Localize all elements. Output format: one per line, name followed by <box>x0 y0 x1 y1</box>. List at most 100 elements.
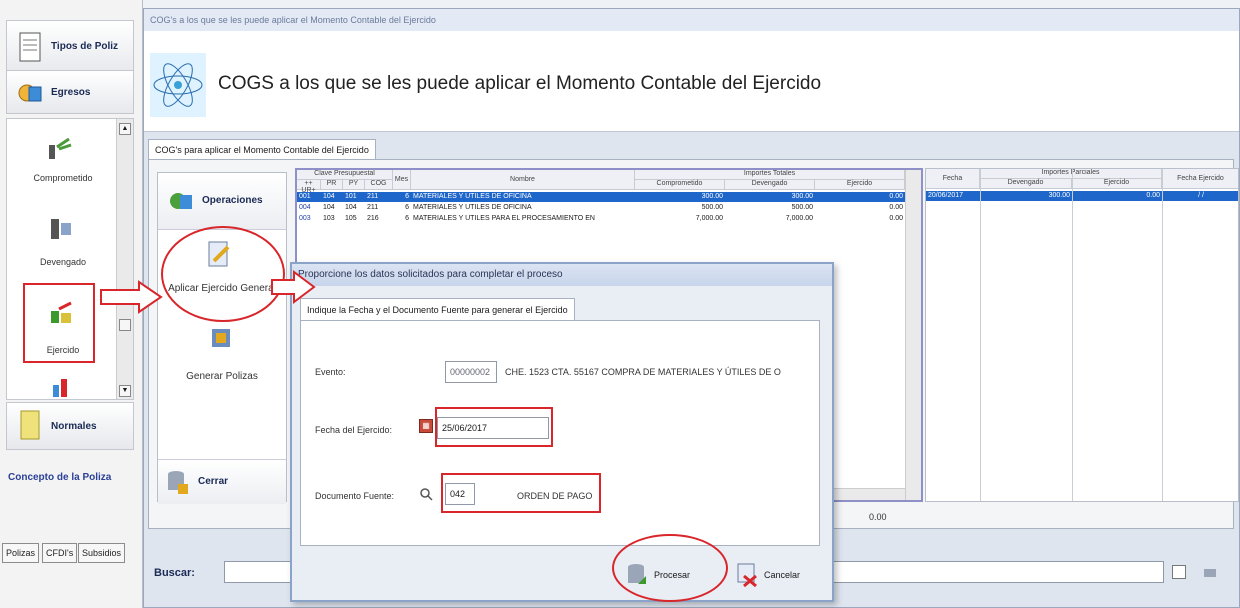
highlight-box-documento <box>441 473 601 513</box>
filter-icon[interactable] <box>1202 563 1218 579</box>
operaciones-panel: Operaciones Aplicar Ejercido General Gen… <box>157 172 287 504</box>
col-py: PY <box>343 180 365 190</box>
dialog-tab[interactable]: Indique la Fecha y el Documento Fuente p… <box>300 298 575 321</box>
cancel-icon <box>737 563 757 588</box>
cell-devengado: 7,000.00 <box>785 215 813 222</box>
cell-ur: 004 <box>299 204 311 211</box>
cell-devengado: 300.00 <box>791 193 813 200</box>
operaciones-header: Operaciones <box>158 173 286 230</box>
cell-ejercido: 0.00 <box>889 193 903 200</box>
comprometido-icon <box>49 137 72 159</box>
cell-comprometido: 7,000.00 <box>695 215 723 222</box>
tab-subsidios[interactable]: Subsidios <box>78 543 126 563</box>
cell-cog: 211 <box>367 193 379 200</box>
highlight-box-ejercido <box>23 283 95 363</box>
normales-label: Normales <box>51 421 97 432</box>
cell-py: 101 <box>345 193 357 200</box>
tab-polizas[interactable]: Polizas <box>2 543 40 563</box>
momentos-list: Comprometido Devengado Ejercido ▲ ▼ <box>6 118 134 400</box>
tab-cogs[interactable]: COG's para aplicar el Momento Contable d… <box>148 139 376 160</box>
col-cog: COG <box>365 180 393 190</box>
cancelar-label: Cancelar <box>764 570 801 580</box>
scroll-up-icon[interactable]: ▲ <box>119 123 131 135</box>
cell-pr: 103 <box>323 215 335 222</box>
cell-fecha: 20/06/2017 <box>928 192 964 199</box>
buscar-label: Buscar: <box>154 567 195 579</box>
egresos-button[interactable]: Egresos <box>6 70 134 114</box>
col-pr: PR <box>321 180 343 190</box>
devengado-icon <box>51 219 71 239</box>
cerrar-button[interactable]: Cerrar <box>158 459 286 504</box>
proceso-dialog: Proporcione los datos solicitados para c… <box>290 262 834 602</box>
more-icon <box>53 379 67 397</box>
comprometido-item[interactable]: Comprometido <box>7 173 119 183</box>
notebook-icon <box>20 410 40 440</box>
col-nombre: Nombre <box>411 170 635 190</box>
importes-group-header: Importes Totales <box>635 170 905 180</box>
operaciones-title: Operaciones <box>202 195 263 206</box>
clave-group-header: Clave Presupuestal <box>297 170 393 180</box>
col-devengado-parcial: Devengado <box>980 179 1072 189</box>
cell-ur: 001 <box>299 193 311 200</box>
cell-cog: 211 <box>367 204 379 211</box>
cell-cog: 216 <box>367 215 379 222</box>
cell-devengado: 500.00 <box>791 204 813 211</box>
tab-cfdis[interactable]: CFDI's <box>42 543 78 563</box>
search-checkbox[interactable] <box>1172 565 1186 579</box>
highlight-box-fecha <box>435 407 553 447</box>
cell-comprometido: 300.00 <box>701 193 723 200</box>
col-ejercido: Ejercido <box>815 180 905 190</box>
cell-py: 105 <box>345 215 357 222</box>
col-devengado: Devengado <box>725 180 815 190</box>
generar-polizas-button[interactable]: Generar Polizas <box>158 371 286 382</box>
dialog-panel: Evento: 00000002 CHE. 1523 CTA. 55167 CO… <box>300 320 820 546</box>
tipos-poliza-button[interactable]: Tipos de Poliz <box>6 20 134 76</box>
arrow-right-icon <box>271 270 316 304</box>
cell-ejercido: 0.00 <box>889 215 903 222</box>
generar-polizas-icon <box>212 329 230 347</box>
cell-comprometido: 500.00 <box>701 204 723 211</box>
cell-py: 104 <box>345 204 357 211</box>
atom-logo-icon <box>150 53 206 117</box>
cancelar-button[interactable]: Cancelar <box>736 558 806 592</box>
cell-ur: 003 <box>299 215 311 222</box>
window-titlebar: COG's a los que se les puede aplicar el … <box>144 9 1239 31</box>
documento-fuente-label: Documento Fuente: <box>315 491 395 501</box>
money-icon <box>170 193 192 209</box>
arrow-right-icon <box>100 280 163 314</box>
cell-nombre: MATERIALES Y UTILES DE OFICINA <box>413 204 532 211</box>
calendar-icon[interactable]: ▦ <box>419 419 433 433</box>
col-fecha: Fecha <box>926 169 980 189</box>
evento-description: CHE. 1523 CTA. 55167 COMPRA DE MATERIALE… <box>505 367 781 377</box>
importes-parciales-table: Fecha Importes Parciales Devengado Ejerc… <box>925 168 1239 502</box>
fecha-ejercido-label: Fecha del Ejercido: <box>315 425 393 435</box>
cerrar-label: Cerrar <box>198 476 229 487</box>
header: COGS a los que se les puede aplicar el M… <box>144 31 1239 132</box>
table-row[interactable]: 003 103 105 216 6 MATERIALES Y UTILES PA… <box>297 214 909 224</box>
cell-fecha-ejercido: / / <box>1198 192 1204 199</box>
table-row[interactable]: 20/06/2017 300.00 0.00 / / <box>926 191 1238 201</box>
search-icon[interactable] <box>419 487 433 501</box>
page-title: COGS a los que se les puede aplicar el M… <box>218 73 822 94</box>
evento-label: Evento: <box>315 367 346 377</box>
nav-scrollbar[interactable]: ▲ ▼ <box>116 119 133 399</box>
cell-mes: 6 <box>405 193 409 200</box>
evento-id-field[interactable]: 00000002 <box>445 361 497 383</box>
table-scrollbar[interactable] <box>905 170 921 500</box>
parciales-group-header: Importes Parciales <box>980 169 1162 179</box>
col-comprometido: Comprometido <box>635 180 725 190</box>
highlight-ellipse-aplicar <box>161 226 285 322</box>
cell-pr: 104 <box>323 193 335 200</box>
table-row[interactable]: 001 104 101 211 6 MATERIALES Y UTILES DE… <box>297 192 909 202</box>
devengado-item[interactable]: Devengado <box>7 257 119 267</box>
document-icon <box>19 32 41 62</box>
highlight-ellipse-procesar <box>612 534 728 602</box>
col-mes: Mes <box>393 170 411 190</box>
normales-button[interactable]: Normales <box>6 402 134 450</box>
scroll-thumb[interactable] <box>119 319 131 331</box>
table-row[interactable]: 004 104 104 211 6 MATERIALES Y UTILES DE… <box>297 203 909 213</box>
scroll-down-icon[interactable]: ▼ <box>119 385 131 397</box>
cell-ejercido: 0.00 <box>1146 192 1160 199</box>
cell-ejercido: 0.00 <box>889 204 903 211</box>
cell-nombre: MATERIALES Y UTILES PARA EL PROCESAMIENT… <box>413 215 595 222</box>
